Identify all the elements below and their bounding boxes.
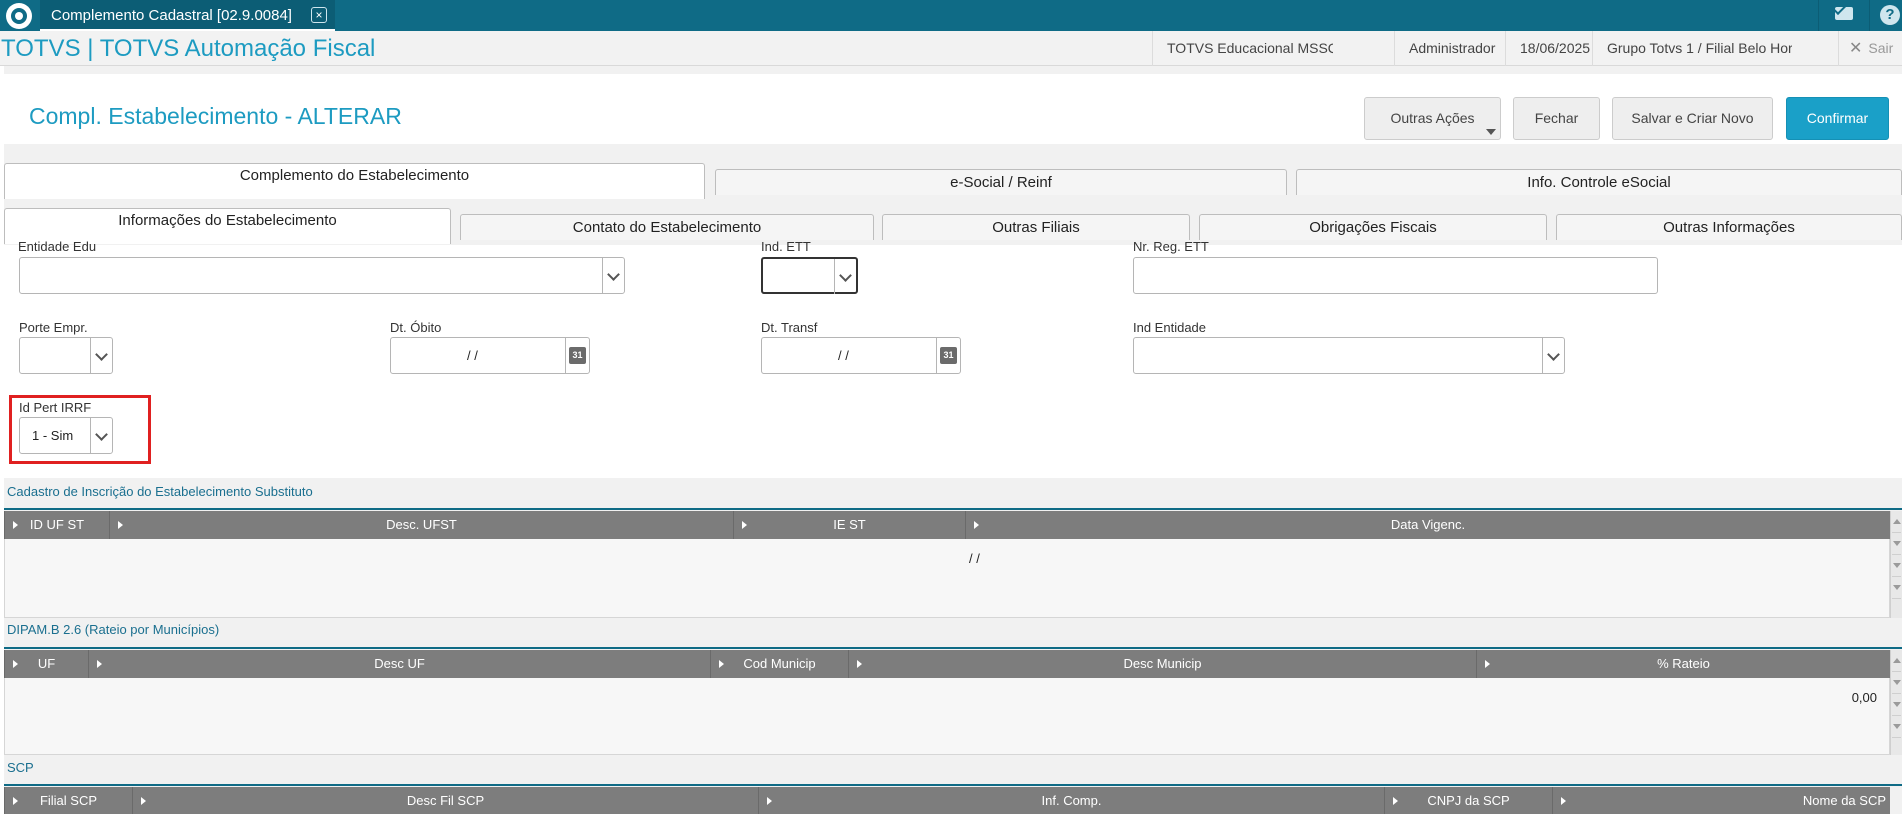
nr-reg-ett-label: Nr. Reg. ETT <box>1133 239 1209 254</box>
ind-ett-select[interactable] <box>761 257 858 294</box>
tab-complemento-estabelecimento[interactable]: Complemento do Estabelecimento <box>4 163 705 199</box>
column-uf[interactable]: UF <box>4 650 88 678</box>
grid-dipam-title: DIPAM.B 2.6 (Rateio por Municípios) <box>7 622 220 637</box>
ind-ett-label: Ind. ETT <box>761 239 811 254</box>
user-info[interactable]: Administrador <box>1394 31 1505 66</box>
form-panel: Entidade Edu Ind. ETT Nr. Reg. ETT Porte… <box>4 239 1902 478</box>
column-filial-scp[interactable]: Filial SCP <box>4 787 132 814</box>
grid-dipam-body[interactable]: 0,00 <box>4 678 1890 755</box>
calendar-icon: 31 <box>569 347 586 364</box>
dt-transf-value: / / <box>838 348 849 363</box>
nr-reg-ett-input[interactable] <box>1133 257 1658 294</box>
entidade-edu-select[interactable] <box>19 257 625 294</box>
table-cell[interactable]: / / <box>969 551 980 566</box>
date-info[interactable]: 18/06/2025 <box>1505 31 1605 66</box>
mail-icon <box>1835 7 1853 20</box>
scroll-down-icon[interactable] <box>1892 716 1901 738</box>
grid-scp-title: SCP <box>7 760 34 775</box>
exit-label: Sair <box>1868 40 1894 56</box>
column-id-uf-st[interactable]: ID UF ST <box>4 511 109 539</box>
chevron-down-icon[interactable] <box>1542 338 1564 373</box>
tab-outras-filiais[interactable]: Outras Filiais <box>882 214 1190 240</box>
grid-dipam-scrollbar[interactable] <box>1890 650 1902 755</box>
window-tab[interactable]: Complemento Cadastral [02.9.0084] × <box>40 0 335 31</box>
tab-esocial-reinf[interactable]: e-Social / Reinf <box>715 169 1287 195</box>
scroll-up-icon[interactable] <box>1892 511 1901 533</box>
branch-info[interactable]: Grupo Totvs 1 / Filial Belo Hor <box>1592 31 1792 66</box>
highlight-box <box>9 395 151 464</box>
dropdown-arrow-icon <box>1486 129 1496 135</box>
ind-entidade-label: Ind Entidade <box>1133 320 1207 335</box>
column-inf-comp[interactable]: Inf. Comp. <box>758 787 1384 814</box>
scroll-down-icon[interactable] <box>1892 694 1901 716</box>
dt-transf-input[interactable]: / / 31 <box>761 337 961 374</box>
grid-divider <box>4 647 1902 649</box>
tab-info-controle-esocial[interactable]: Info. Controle eSocial <box>1296 169 1902 195</box>
tab-contato-estabelecimento[interactable]: Contato do Estabelecimento <box>460 214 874 240</box>
scroll-down-icon[interactable] <box>1892 672 1901 694</box>
column-cnpj-scp[interactable]: CNPJ da SCP <box>1384 787 1552 814</box>
close-button[interactable]: Fechar <box>1513 97 1600 140</box>
dt-obito-label: Dt. Óbito <box>390 320 442 335</box>
grid-substituto-body[interactable]: / / <box>4 539 1890 618</box>
column-ie-st[interactable]: IE ST <box>733 511 965 539</box>
column-cod-municip[interactable]: Cod Municip <box>710 650 848 678</box>
chevron-down-icon[interactable] <box>602 258 624 293</box>
dt-obito-value: / / <box>467 348 478 363</box>
grid-dipam-header: UF Desc UF Cod Municip Desc Municip % Ra… <box>4 650 1890 678</box>
app-bar: TOTVS | TOTVS Automação Fiscal TOTVS Edu… <box>0 31 1902 66</box>
environment-info[interactable]: TOTVS Educacional MSSQL P2310 <box>1152 31 1333 66</box>
scroll-down-icon[interactable] <box>1892 555 1901 577</box>
column-data-vigenc[interactable]: Data Vigenc. <box>965 511 1890 539</box>
porte-empr-select[interactable] <box>19 337 113 374</box>
help-icon: ? <box>1880 5 1900 25</box>
column-nome-scp[interactable]: Nome da SCP <box>1552 787 1890 814</box>
scroll-down-icon[interactable] <box>1892 577 1901 599</box>
chevron-down-icon[interactable] <box>834 259 856 294</box>
save-and-new-button[interactable]: Salvar e Criar Novo <box>1612 97 1773 140</box>
page-title: Compl. Estabelecimento - ALTERAR <box>29 103 402 129</box>
scroll-up-icon[interactable] <box>1892 650 1901 672</box>
tab-outras-informacoes[interactable]: Outras Informações <box>1556 214 1902 240</box>
column-percent-rateio[interactable]: % Rateio <box>1476 650 1890 678</box>
column-desc-ufst[interactable]: Desc. UFST <box>109 511 733 539</box>
close-tab-icon[interactable]: × <box>311 7 327 23</box>
mail-button[interactable] <box>1818 0 1868 31</box>
grid-divider <box>4 508 1902 510</box>
chevron-down-icon[interactable] <box>90 338 112 373</box>
other-actions-label: Outras Ações <box>1390 110 1475 126</box>
porte-empr-label: Porte Empr. <box>19 320 88 335</box>
table-cell[interactable]: 0,00 <box>1852 690 1877 705</box>
calendar-button[interactable]: 31 <box>936 338 960 373</box>
exit-button[interactable]: ✕ Sair <box>1838 31 1902 66</box>
top-bar: Complemento Cadastral [02.9.0084] × ? <box>0 0 1902 31</box>
column-desc-fil-scp[interactable]: Desc Fil SCP <box>132 787 758 814</box>
dt-transf-label: Dt. Transf <box>761 320 818 335</box>
close-icon: ✕ <box>1849 40 1863 57</box>
grid-divider <box>4 784 1902 786</box>
grid-substituto-scrollbar[interactable] <box>1890 511 1902 618</box>
help-button[interactable]: ? <box>1869 0 1902 31</box>
column-desc-uf[interactable]: Desc UF <box>88 650 710 678</box>
other-actions-button[interactable]: Outras Ações <box>1364 97 1501 140</box>
app-title: TOTVS | TOTVS Automação Fiscal <box>1 35 376 62</box>
grid-substituto-title: Cadastro de Inscrição do Estabelecimento… <box>7 484 313 499</box>
scroll-down-icon[interactable] <box>1892 533 1901 555</box>
dt-obito-input[interactable]: / / 31 <box>390 337 590 374</box>
grid-scp-header: Filial SCP Desc Fil SCP Inf. Comp. CNPJ … <box>4 787 1890 814</box>
ind-entidade-select[interactable] <box>1133 337 1565 374</box>
calendar-button[interactable]: 31 <box>565 338 589 373</box>
entidade-edu-label: Entidade Edu <box>18 239 97 254</box>
tab-obrigacoes-fiscais[interactable]: Obrigações Fiscais <box>1199 214 1547 240</box>
window-tab-title: Complemento Cadastral [02.9.0084] <box>51 7 292 24</box>
totvs-logo-icon[interactable] <box>6 3 32 29</box>
confirm-button[interactable]: Confirmar <box>1786 97 1889 140</box>
calendar-icon: 31 <box>940 347 957 364</box>
grid-substituto-header: ID UF ST Desc. UFST IE ST Data Vigenc. <box>4 511 1890 539</box>
column-desc-municip[interactable]: Desc Municip <box>848 650 1476 678</box>
